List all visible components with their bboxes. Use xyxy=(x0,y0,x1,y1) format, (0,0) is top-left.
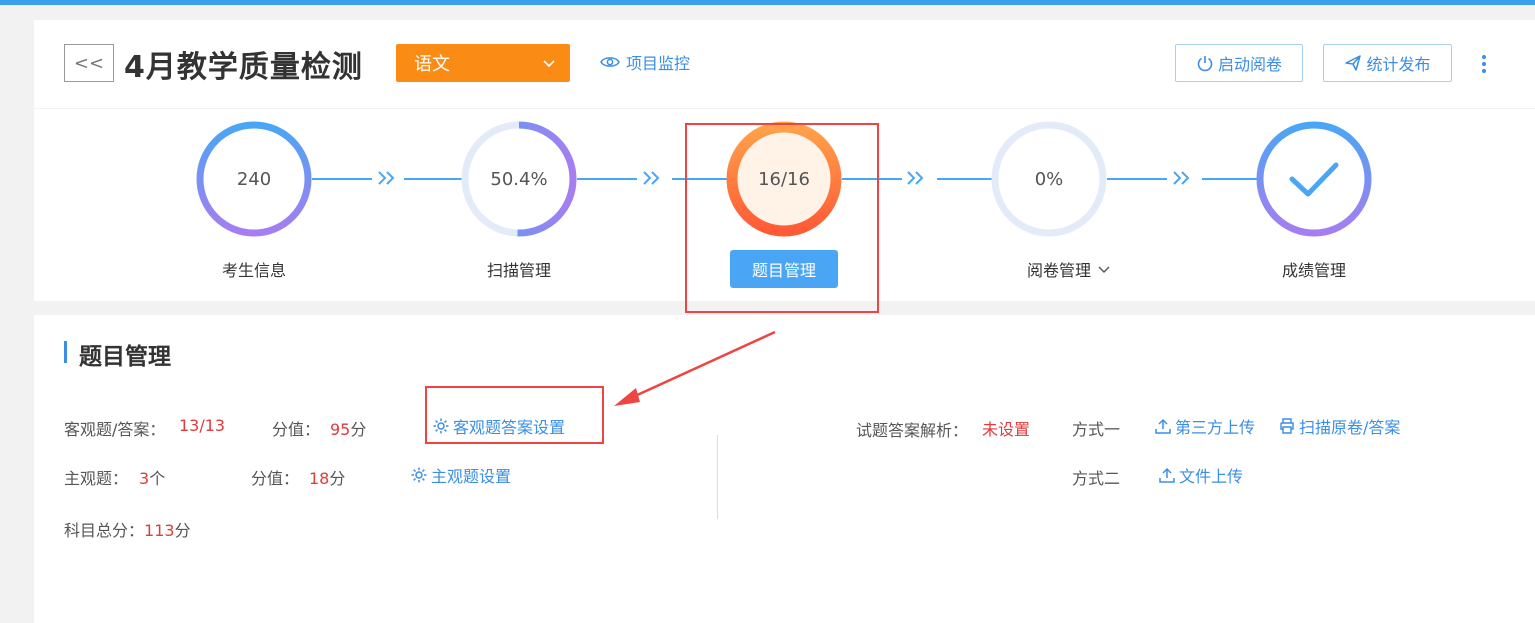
header: << 4月教学质量检测 语文 项目监控 启动阅卷 统计发布 xyxy=(34,20,1535,108)
file-upload-link[interactable]: 文件上传 xyxy=(1158,463,1243,487)
upload-icon xyxy=(1159,467,1175,483)
subjective-unit: 个 xyxy=(149,469,166,488)
analysis-label: 试题答案解析： xyxy=(856,421,969,440)
subjective-value: 3 xyxy=(139,469,150,488)
back-button[interactable]: << xyxy=(64,44,114,82)
monitor-label: 项目监控 xyxy=(626,54,691,73)
third-party-upload-label: 第三方上传 xyxy=(1175,418,1256,437)
section-title: 题目管理 xyxy=(79,344,171,370)
file-upload-label: 文件上传 xyxy=(1179,467,1244,486)
objective-score: 95分 xyxy=(330,416,366,440)
publish-stats-button[interactable]: 统计发布 xyxy=(1323,44,1452,82)
step-connector xyxy=(937,178,993,180)
start-label: 启动阅卷 xyxy=(1217,55,1282,74)
objective-score-unit: 分 xyxy=(350,420,367,439)
step-connector xyxy=(1107,178,1167,180)
step-marking-circle[interactable]: 0% xyxy=(989,119,1109,239)
highlight-annotation-box xyxy=(425,386,604,444)
total-score: 科目总分：113分 xyxy=(64,517,191,541)
eye-icon xyxy=(600,57,620,67)
total-label: 科目总分： xyxy=(64,521,145,540)
step-score-circle[interactable] xyxy=(1254,119,1374,239)
analysis-status: 未设置 xyxy=(982,420,1031,439)
highlight-annotation-box xyxy=(685,123,879,313)
vertical-divider xyxy=(717,435,718,519)
annotation-arrow-icon xyxy=(614,330,776,406)
chevron-down-icon xyxy=(1098,266,1110,273)
step-connector xyxy=(1202,178,1258,180)
step-value: 240 xyxy=(236,168,272,190)
more-vertical-icon[interactable] xyxy=(1474,52,1494,76)
method2-label: 方式二 xyxy=(1072,469,1121,488)
chevron-down-icon xyxy=(543,60,555,68)
section-title-bar xyxy=(64,341,67,363)
objective-value: 13/13 xyxy=(179,416,226,435)
printer-icon xyxy=(1280,418,1294,434)
step-label-exam-info[interactable]: 考生信息 xyxy=(174,257,334,281)
method1-label: 方式一 xyxy=(1072,420,1121,439)
step-scan-circle[interactable]: 50.4% xyxy=(459,119,579,239)
total-unit: 分 xyxy=(174,521,191,540)
step-exam-info-circle[interactable]: 240 xyxy=(194,119,314,239)
step-connector xyxy=(577,178,637,180)
third-party-upload-link[interactable]: 第三方上传 xyxy=(1154,414,1255,438)
scan-original-link[interactable]: 扫描原卷/答案 xyxy=(1278,414,1400,438)
subject-value: 语文 xyxy=(414,54,450,75)
publish-label: 统计发布 xyxy=(1366,55,1431,74)
power-icon xyxy=(1197,56,1213,72)
page-title: 4月教学质量检测 xyxy=(124,50,363,85)
double-chevron-right-icon xyxy=(643,171,660,185)
project-monitor-link[interactable]: 项目监控 xyxy=(600,50,690,74)
total-value: 113 xyxy=(144,521,175,540)
back-label: << xyxy=(73,52,105,74)
step-value: 0% xyxy=(1034,168,1064,190)
objective-score-value: 95 xyxy=(330,420,351,439)
step-label-marking-text: 阅卷管理 xyxy=(1026,261,1091,280)
step-label-marking[interactable]: 阅卷管理 xyxy=(989,257,1149,281)
gear-icon xyxy=(411,467,427,483)
step-value: 50.4% xyxy=(490,168,548,190)
subjective-score-value: 18 xyxy=(309,469,330,488)
subjective-setting-label: 主观题设置 xyxy=(431,467,512,486)
upload-icon xyxy=(1155,418,1171,434)
double-chevron-right-icon xyxy=(907,171,924,185)
objective-score-label: 分值： xyxy=(272,420,321,439)
objective-label: 客观题/答案： xyxy=(64,420,166,439)
step-label-scan[interactable]: 扫描管理 xyxy=(439,257,599,281)
step-label-score[interactable]: 成绩管理 xyxy=(1234,257,1394,281)
subjective-score: 18分 xyxy=(309,465,345,489)
step-connector xyxy=(404,178,462,180)
subjective-score-unit: 分 xyxy=(329,469,346,488)
subjective-score-label: 分值： xyxy=(251,469,300,488)
subjective-setting-link[interactable]: 主观题设置 xyxy=(410,463,511,487)
top-accent-bar xyxy=(0,0,1535,5)
subject-select[interactable]: 语文 xyxy=(396,44,570,82)
double-chevron-right-icon xyxy=(1173,171,1190,185)
double-chevron-right-icon xyxy=(378,171,395,185)
step-connector xyxy=(312,178,372,180)
subjective-label: 主观题： xyxy=(64,469,129,488)
scan-original-label: 扫描原卷/答案 xyxy=(1299,418,1401,437)
send-icon xyxy=(1345,55,1362,71)
subjective-count: 3个 xyxy=(139,465,165,489)
start-marking-button[interactable]: 启动阅卷 xyxy=(1175,44,1303,82)
